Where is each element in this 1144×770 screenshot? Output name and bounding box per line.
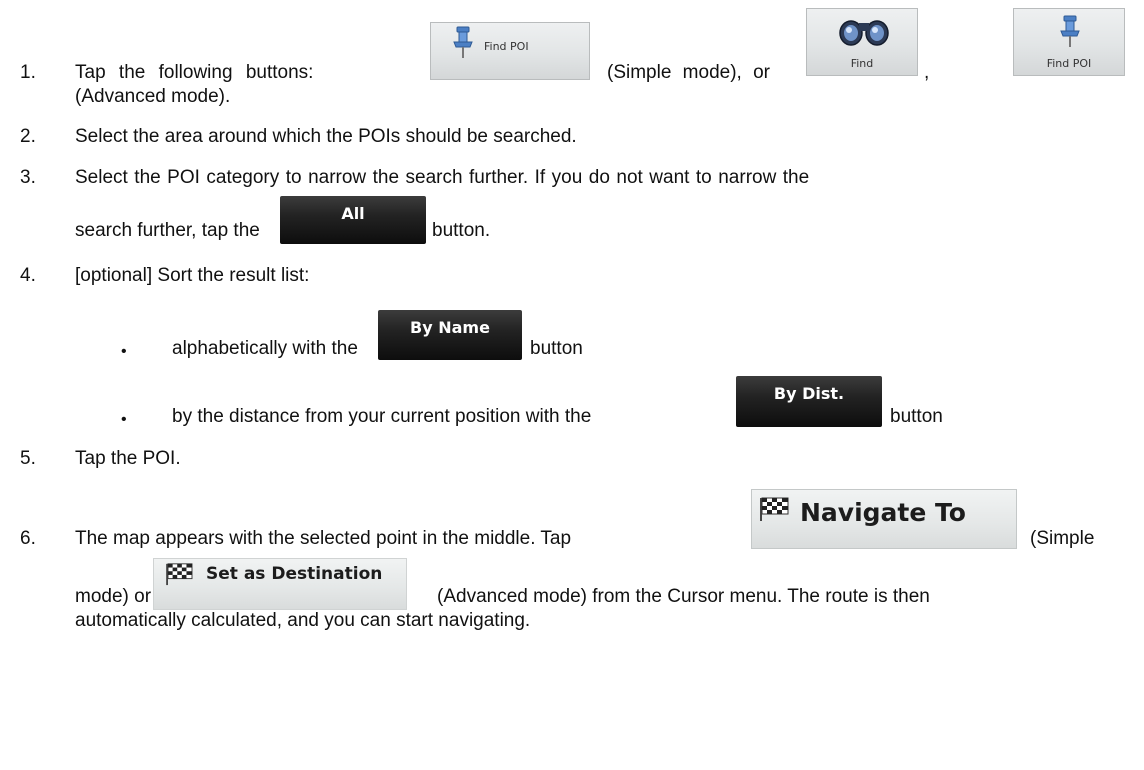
step-text: [optional] Sort the result list: xyxy=(75,265,310,286)
find-button[interactable]: Find xyxy=(806,8,918,76)
button-label: Navigate To xyxy=(800,498,966,527)
find-poi-simple-button[interactable]: Find POI xyxy=(430,22,590,80)
by-dist-button[interactable]: By Dist. xyxy=(736,376,882,427)
step-text: automatically calculated, and you can st… xyxy=(75,610,531,631)
bullet: • xyxy=(121,343,127,360)
step-number: 6. xyxy=(20,528,36,549)
comma: , xyxy=(924,62,930,83)
step-text: Select the area around which the POIs sh… xyxy=(75,126,577,147)
button-label: All xyxy=(341,204,365,223)
step-text: (Advanced mode). xyxy=(75,86,231,107)
step-number: 3. xyxy=(20,167,36,188)
button-label: Find xyxy=(850,57,874,70)
button-label: Find POI xyxy=(1046,57,1092,70)
step-text: mode) or xyxy=(75,586,152,607)
step-number: 1. xyxy=(20,62,36,83)
step-text: button xyxy=(890,406,943,427)
pushpin-icon xyxy=(1060,15,1080,47)
checkered-flag-icon xyxy=(760,497,789,521)
binoculars-icon xyxy=(839,20,889,46)
step-text: by the distance from your current positi… xyxy=(172,406,592,427)
button-label: Set as Destination xyxy=(206,564,383,584)
step-number: 2. xyxy=(20,126,36,147)
checkered-flag-icon xyxy=(166,563,193,586)
step-text: (Simple xyxy=(1030,528,1095,549)
button-label: Find POI xyxy=(484,40,529,53)
step-text: Tap the following buttons: xyxy=(75,62,314,83)
step-text: The map appears with the selected point … xyxy=(75,528,572,549)
step-text: button. xyxy=(432,220,491,241)
button-label: By Name xyxy=(410,318,490,337)
pushpin-icon xyxy=(453,26,473,58)
button-label: By Dist. xyxy=(773,384,845,403)
step-text: Tap the POI. xyxy=(75,448,181,469)
by-name-button[interactable]: By Name xyxy=(378,310,522,360)
step-text: alphabetically with the xyxy=(172,338,358,359)
set-as-destination-button[interactable]: Set as Destination xyxy=(153,558,407,610)
navigate-to-button[interactable]: Navigate To xyxy=(751,489,1017,549)
step-text: search further, tap the xyxy=(75,220,260,241)
step-text: button xyxy=(530,338,583,359)
step-number: 5. xyxy=(20,448,36,469)
step-text: Select the POI category to narrow the se… xyxy=(75,167,810,188)
find-poi-advanced-button[interactable]: Find POI xyxy=(1013,8,1125,76)
step-number: 4. xyxy=(20,265,36,286)
bullet: • xyxy=(121,411,127,428)
all-button[interactable]: All xyxy=(280,196,426,244)
step-text: (Simple mode), or xyxy=(607,62,770,83)
step-text: (Advanced mode) from the Cursor menu. Th… xyxy=(437,586,930,607)
